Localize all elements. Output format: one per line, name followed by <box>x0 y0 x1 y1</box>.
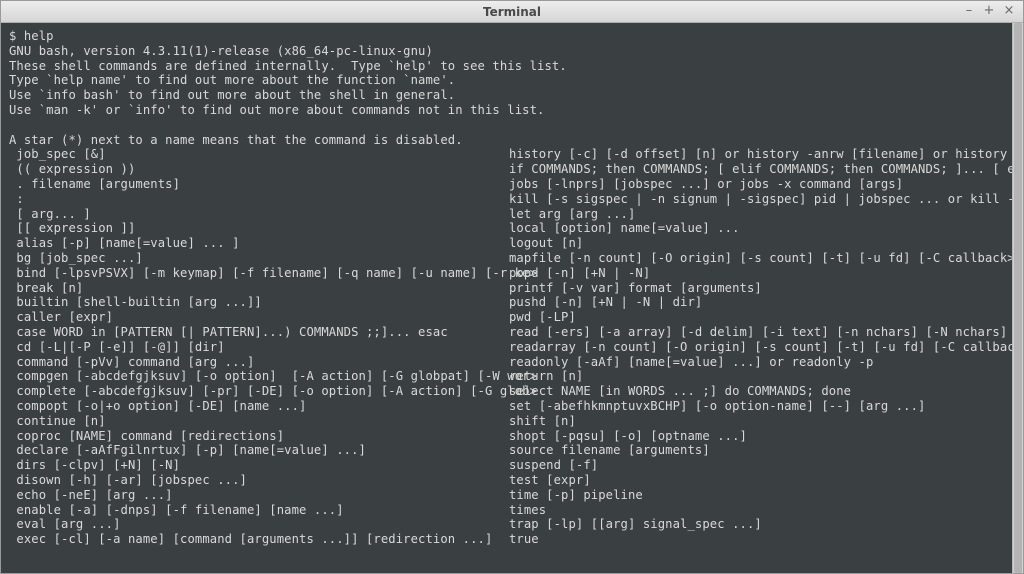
command-input: help <box>24 29 54 43</box>
terminal-output[interactable]: $ help GNU bash, version 4.3.11(1)-relea… <box>1 23 1023 573</box>
close-button[interactable]: × <box>1002 5 1016 19</box>
minimize-button[interactable]: – <box>962 5 976 19</box>
window-title: Terminal <box>5 5 1019 19</box>
help-intro: GNU bash, version 4.3.11(1)-release (x86… <box>9 44 1015 148</box>
help-column-left: job_spec [&] (( expression )) . filename… <box>9 147 509 547</box>
titlebar: Terminal – + × <box>1 1 1023 23</box>
scroll-thumb[interactable] <box>1014 23 1022 573</box>
terminal-window: Terminal – + × $ help GNU bash, version … <box>0 0 1024 574</box>
help-columns: job_spec [&] (( expression )) . filename… <box>9 147 1015 547</box>
scrollbar[interactable] <box>1012 23 1023 573</box>
maximize-button[interactable]: + <box>982 5 996 19</box>
help-column-right: history [-c] [-d offset] [n] or history … <box>509 147 1022 547</box>
prompt: $ <box>9 29 24 43</box>
window-buttons: – + × <box>962 5 1016 19</box>
